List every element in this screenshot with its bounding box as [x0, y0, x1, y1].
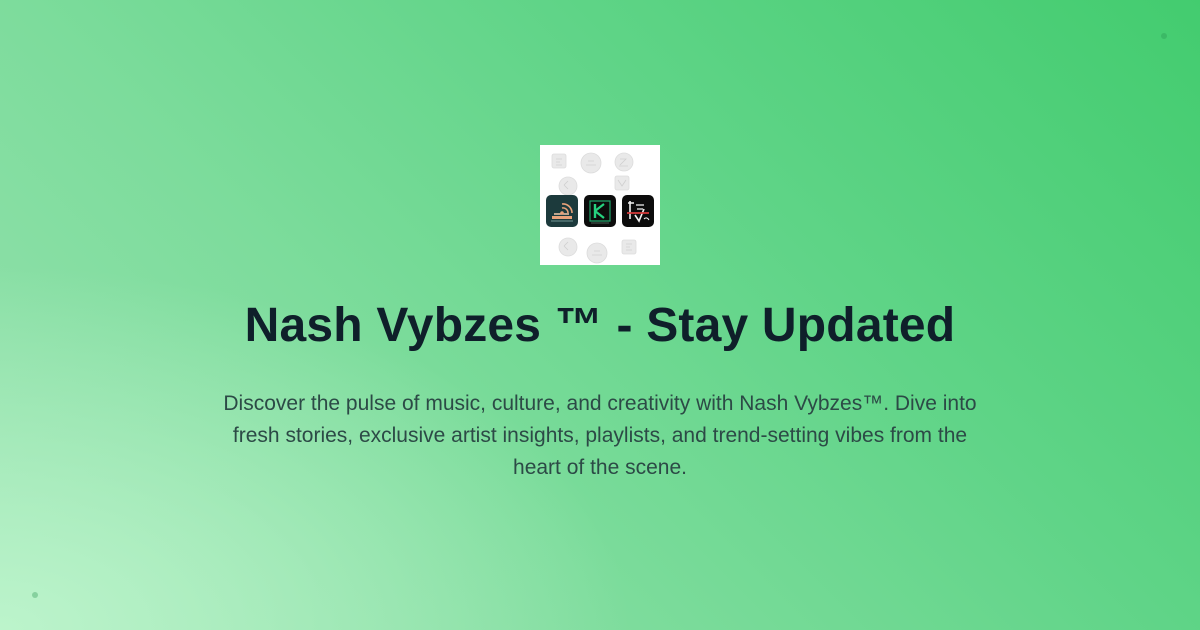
logo-artwork: [546, 152, 654, 264]
page-description: Discover the pulse of music, culture, an…: [223, 392, 977, 479]
site-logo: [540, 145, 660, 265]
page-title: Nash Vybzes ™ - Stay Updated: [244, 299, 956, 352]
signature-icon: [622, 195, 654, 227]
decorative-dot: [1161, 33, 1167, 39]
radio-wave-icon: [546, 195, 578, 227]
k-letter-icon: [584, 195, 616, 227]
decorative-dot: [32, 592, 38, 598]
